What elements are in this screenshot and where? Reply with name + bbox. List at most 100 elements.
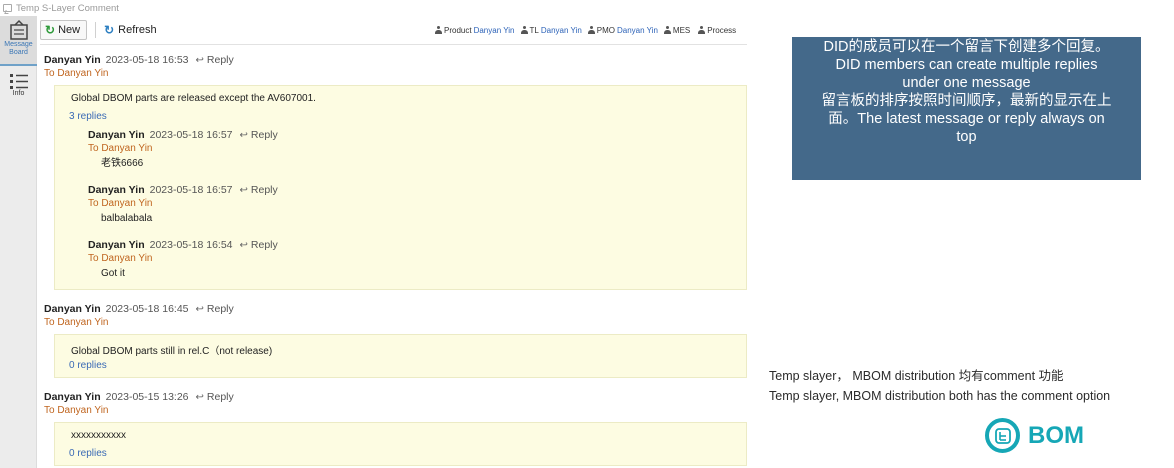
reply-arrow-icon: ↩ (195, 303, 204, 315)
person-icon (435, 26, 442, 34)
reply-label: Reply (206, 303, 234, 315)
reply-author: Danyan Yin (88, 184, 145, 196)
reply-text: 老铁6666 (101, 158, 144, 169)
sidebar-item-label: Info (12, 90, 25, 97)
reply-arrow-icon: ↩ (239, 184, 248, 196)
reply-recipient: To Danyan Yin (88, 198, 153, 209)
note-line: 留言板的排序按照时间顺序，最新的显示在上 (821, 93, 1112, 109)
message-header: Danyan Yin 2023-05-18 16:45 ↩ Reply (44, 302, 747, 316)
reply-button[interactable]: ↩ Reply (196, 54, 234, 66)
role-assignee[interactable]: Danyan Yin (541, 26, 582, 35)
message-author: Danyan Yin (44, 303, 101, 315)
reply-label: Reply (250, 239, 278, 251)
reply-button[interactable]: ↩ Reply (196, 303, 234, 315)
sidebar-item-info[interactable]: Info (0, 66, 37, 110)
role-assignee[interactable]: Danyan Yin (617, 26, 658, 35)
reply-item: Danyan Yin 2023-05-18 16:57 ↩ Reply To D… (55, 183, 746, 230)
reply-count-link[interactable]: 0 replies (55, 359, 746, 377)
add-icon: ↻ (45, 23, 56, 37)
refresh-icon: ↻ (104, 23, 115, 37)
role-label: Product (444, 25, 472, 35)
comment-icon (3, 4, 12, 12)
reply-count-link[interactable]: 0 replies (55, 447, 746, 465)
message-header: Danyan Yin 2023-05-15 13:26 ↩ Reply (44, 390, 747, 404)
message-text: Global DBOM parts still in rel.C（not rel… (71, 346, 273, 357)
sidebar: Message Board Info (0, 16, 37, 468)
note-line: Temp slayer， MBOM distribution 均有comment… (769, 369, 1064, 383)
refresh-button-label: Refresh (118, 24, 157, 36)
reply-arrow-icon: ↩ (195, 54, 204, 66)
reply-count-link[interactable]: 3 replies (55, 110, 746, 128)
list-icon (9, 74, 28, 89)
new-button-label: New (58, 24, 81, 36)
role-label: PMO (596, 25, 615, 35)
role-label: Process (707, 25, 737, 35)
message-time: 2023-05-18 16:45 (105, 303, 189, 315)
note-line: DID members can create multiple replies (835, 57, 1098, 73)
reply-item: Danyan Yin 2023-05-18 16:54 ↩ Reply To D… (55, 238, 746, 285)
message-time: 2023-05-15 13:26 (105, 391, 189, 403)
message-feed: Danyan Yin 2023-05-18 16:53 ↩ Reply To D… (44, 53, 747, 466)
reply-button[interactable]: ↩ Reply (196, 391, 234, 403)
note-line: Temp slayer, MBOM distribution both has … (769, 389, 1111, 403)
message-recipient: To Danyan Yin (44, 317, 109, 328)
message-text: xxxxxxxxxxx (71, 430, 126, 441)
message: Danyan Yin 2023-05-18 16:53 ↩ Reply To D… (44, 53, 747, 290)
message-recipient: To Danyan Yin (44, 68, 109, 79)
reply-label: Reply (250, 184, 278, 196)
reply-label: Reply (250, 129, 278, 141)
message-body: xxxxxxxxxxx 0 replies (54, 422, 747, 466)
person-icon (587, 26, 595, 34)
toolbar-divider-line (40, 44, 747, 45)
role-label: TL (529, 25, 539, 35)
note-line: DID的成员可以在一个留言下创建多个回复。 (823, 39, 1110, 55)
reply-header: Danyan Yin 2023-05-18 16:54 ↩ Reply (88, 238, 746, 252)
feature-note: DID的成员可以在一个留言下创建多个回复。 DID members can cr… (792, 37, 1141, 180)
sidebar-item-message-board[interactable]: Message Board (0, 16, 37, 66)
reply-header: Danyan Yin 2023-05-18 16:57 ↩ Reply (88, 183, 746, 197)
comment-option-note: Temp slayer， MBOM distribution 均有comment… (769, 366, 1110, 406)
reply-item: Danyan Yin 2023-05-18 16:57 ↩ Reply To D… (55, 128, 746, 175)
reply-button[interactable]: ↩ Reply (240, 239, 278, 251)
role-label: MES (672, 25, 691, 35)
new-button[interactable]: ↻ New (40, 20, 88, 40)
toolbar: ↻ New ↻ Refresh Product Danyan Yin TL Da… (40, 19, 747, 41)
title-bar: Temp S-Layer Comment (0, 0, 747, 16)
reply-text: balbalabala (101, 213, 153, 224)
toolbar-divider (95, 22, 97, 38)
message-author: Danyan Yin (44, 391, 101, 403)
bom-tree-icon (985, 418, 1020, 453)
note-line: under one message (902, 75, 1031, 91)
reply-header: Danyan Yin 2023-05-18 16:57 ↩ Reply (88, 128, 746, 142)
message-time: 2023-05-18 16:53 (105, 54, 189, 66)
message-header: Danyan Yin 2023-05-18 16:53 ↩ Reply (44, 53, 747, 67)
reply-time: 2023-05-18 16:57 (149, 129, 233, 141)
person-icon (663, 26, 671, 34)
reply-author: Danyan Yin (88, 129, 145, 141)
reply-author: Danyan Yin (88, 239, 145, 251)
note-line: top (956, 129, 977, 145)
reply-arrow-icon: ↩ (195, 391, 204, 403)
reply-text: Got it (101, 268, 125, 279)
reply-arrow-icon: ↩ (239, 239, 248, 251)
reply-label: Reply (206, 391, 234, 403)
reply-recipient: To Danyan Yin (88, 143, 153, 154)
message-text: Global DBOM parts are released except th… (71, 93, 316, 104)
refresh-button[interactable]: ↻ Refresh (104, 23, 157, 37)
reply-arrow-icon: ↩ (239, 129, 248, 141)
role-assignee[interactable]: Danyan Yin (474, 26, 515, 35)
message-board-icon (9, 19, 28, 40)
message: Danyan Yin 2023-05-15 13:26 ↩ Reply To D… (44, 390, 747, 466)
person-icon (520, 26, 528, 34)
reply-label: Reply (206, 54, 234, 66)
message-body: Global DBOM parts are released except th… (54, 85, 747, 290)
bom-logo-text: BOM (1028, 421, 1084, 449)
reply-button[interactable]: ↩ Reply (240, 129, 278, 141)
reply-time: 2023-05-18 16:57 (149, 184, 233, 196)
reply-recipient: To Danyan Yin (88, 253, 153, 264)
message-body: Global DBOM parts still in rel.C（not rel… (54, 334, 747, 378)
note-line: 面。The latest message or reply always on (828, 111, 1105, 127)
reply-button[interactable]: ↩ Reply (240, 184, 278, 196)
message-author: Danyan Yin (44, 54, 101, 66)
reply-time: 2023-05-18 16:54 (149, 239, 233, 251)
